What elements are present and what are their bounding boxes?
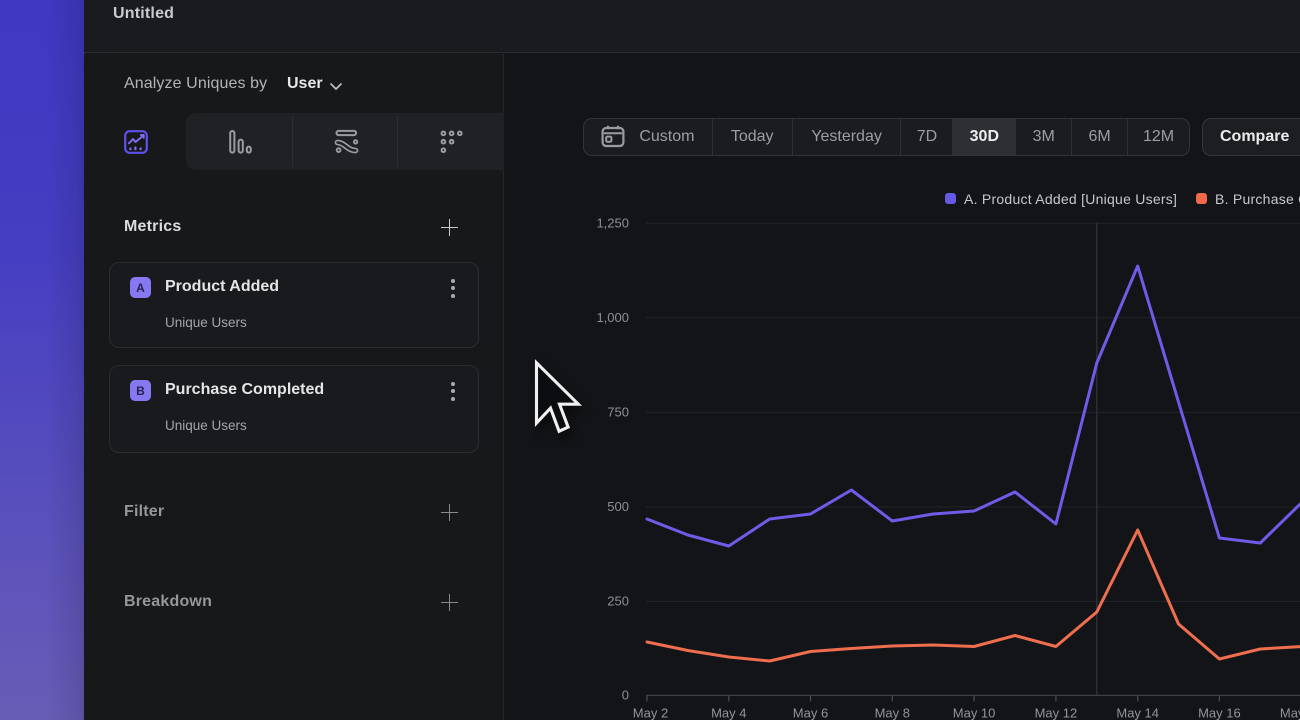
svg-text:1,250: 1,250 bbox=[596, 216, 629, 231]
svg-text:250: 250 bbox=[607, 594, 629, 609]
svg-text:May 8: May 8 bbox=[875, 706, 910, 720]
svg-text:May 12: May 12 bbox=[1035, 706, 1078, 720]
svg-text:500: 500 bbox=[607, 499, 629, 514]
svg-text:0: 0 bbox=[622, 688, 629, 703]
svg-text:1,000: 1,000 bbox=[596, 310, 629, 325]
svg-text:750: 750 bbox=[607, 405, 629, 420]
svg-text:May 6: May 6 bbox=[793, 706, 828, 720]
svg-text:May 18: May 18 bbox=[1280, 706, 1300, 720]
svg-text:May 16: May 16 bbox=[1198, 706, 1241, 720]
svg-text:May 4: May 4 bbox=[711, 706, 746, 720]
svg-text:May 14: May 14 bbox=[1116, 706, 1159, 720]
svg-text:May 10: May 10 bbox=[953, 706, 996, 720]
svg-text:May 2: May 2 bbox=[633, 706, 668, 720]
